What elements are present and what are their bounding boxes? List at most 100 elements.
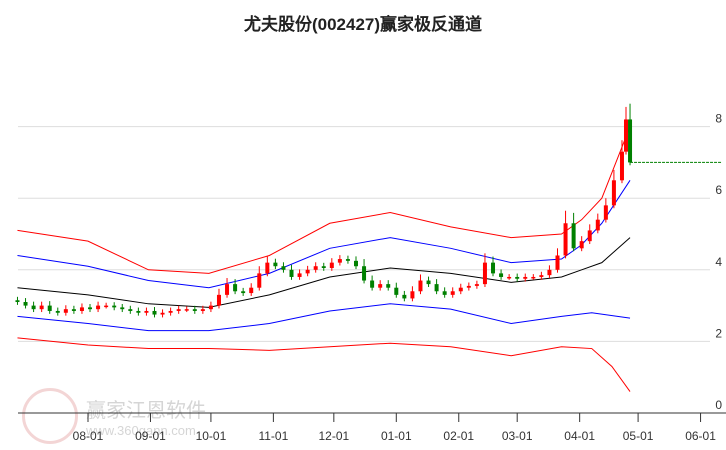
candle-body bbox=[281, 266, 286, 270]
candle-body bbox=[321, 266, 326, 269]
candle-body bbox=[362, 266, 367, 281]
candle-body bbox=[624, 119, 629, 152]
band-line-lower-red bbox=[17, 337, 631, 392]
x-tick-label: 06-01 bbox=[685, 429, 716, 443]
candle-body bbox=[241, 291, 246, 294]
candle-body bbox=[88, 307, 93, 310]
candle-body bbox=[353, 260, 358, 267]
candle-body bbox=[523, 276, 528, 279]
plot-area: 0 2 4 6 8 08-01 09-01 10-01 11-01 12-01 01-01 02-01… bbox=[15, 103, 726, 443]
x-tick-label: 10-01 bbox=[196, 429, 227, 443]
candle-body bbox=[160, 312, 165, 315]
x-tick-label: 03-01 bbox=[502, 429, 533, 443]
candle-body bbox=[128, 309, 133, 311]
candle-body bbox=[192, 309, 197, 311]
candle-body bbox=[571, 223, 576, 249]
band-line-lower-blue bbox=[17, 303, 631, 332]
x-tick-label: 02-01 bbox=[443, 429, 474, 443]
candle-body bbox=[55, 310, 60, 313]
candle-body bbox=[603, 205, 608, 220]
candle-body bbox=[15, 300, 20, 303]
x-tick-label: 05-01 bbox=[623, 429, 654, 443]
y-tick-label: 0 bbox=[715, 398, 722, 412]
candle-body bbox=[47, 305, 52, 311]
y-tick-label: 8 bbox=[715, 112, 722, 126]
candle-body bbox=[225, 284, 230, 295]
candle-body bbox=[313, 266, 318, 270]
candle-body bbox=[23, 302, 28, 306]
x-tick-label: 12-01 bbox=[318, 429, 349, 443]
candle-body bbox=[499, 273, 504, 277]
candle-body bbox=[531, 276, 536, 279]
candle-body bbox=[595, 219, 600, 231]
candle-body bbox=[120, 307, 125, 310]
candle-body bbox=[289, 269, 294, 277]
candle-body bbox=[200, 309, 205, 311]
candle-body bbox=[611, 180, 616, 206]
candle-body bbox=[402, 294, 407, 299]
candle-body bbox=[515, 276, 520, 279]
x-tick-label: 09-01 bbox=[135, 429, 166, 443]
candle-body bbox=[628, 119, 633, 163]
candle-body bbox=[208, 305, 213, 310]
candle-body bbox=[619, 151, 624, 181]
candle-body bbox=[345, 259, 350, 261]
candle-body bbox=[418, 280, 423, 292]
x-tick-label: 01-01 bbox=[381, 429, 412, 443]
candle-body bbox=[249, 287, 254, 294]
candle-body bbox=[273, 262, 278, 267]
candle-body bbox=[305, 269, 310, 274]
candle-body bbox=[474, 284, 479, 286]
candle-body bbox=[386, 284, 391, 288]
candle-body bbox=[539, 275, 544, 277]
candle-body bbox=[378, 284, 383, 288]
candle-body bbox=[458, 287, 463, 292]
candle-body bbox=[176, 309, 181, 311]
candle-body bbox=[507, 276, 512, 279]
candle-body bbox=[587, 230, 592, 242]
candle-body bbox=[555, 255, 560, 270]
candle-body bbox=[168, 310, 173, 313]
candle-body bbox=[410, 291, 415, 299]
candle-body bbox=[442, 291, 447, 295]
candle-body bbox=[434, 284, 439, 292]
candle-body bbox=[426, 280, 431, 285]
candle-body bbox=[152, 310, 157, 315]
candle-body bbox=[233, 284, 238, 292]
x-tick-label: 08-01 bbox=[73, 429, 104, 443]
y-tick-label: 2 bbox=[715, 326, 722, 340]
candle-body bbox=[563, 223, 568, 256]
candle-body bbox=[96, 305, 101, 310]
candle-body bbox=[394, 287, 399, 295]
candle-body bbox=[136, 310, 141, 313]
x-tick-label: 04-01 bbox=[564, 429, 595, 443]
candle-body bbox=[450, 291, 455, 295]
candle-body bbox=[112, 305, 117, 308]
candle-body bbox=[39, 305, 44, 310]
candle-body bbox=[579, 241, 584, 249]
candle-body bbox=[71, 309, 76, 311]
candle-body bbox=[31, 305, 36, 310]
candle-body bbox=[257, 273, 262, 288]
candle-body bbox=[466, 285, 471, 288]
candle-body bbox=[79, 307, 84, 311]
candle-body bbox=[104, 305, 109, 308]
y-tick-label: 4 bbox=[715, 255, 722, 269]
chart: 尤夫股份(002427)赢家极反通道 赢家江恩软件 www.360gann.com… bbox=[0, 0, 726, 450]
y-tick-label: 6 bbox=[715, 183, 722, 197]
candle-body bbox=[547, 269, 552, 276]
candle-body bbox=[491, 262, 496, 274]
candle-body bbox=[482, 262, 487, 285]
candle-body bbox=[370, 280, 375, 288]
candle-body bbox=[297, 273, 302, 277]
candle-body bbox=[329, 262, 334, 269]
candle-body bbox=[265, 262, 270, 274]
candle-body bbox=[216, 294, 221, 306]
band-line-middle-black bbox=[17, 237, 631, 308]
x-tick-label: 11-01 bbox=[258, 429, 288, 443]
band-line-upper-blue bbox=[17, 180, 631, 289]
candle-body bbox=[184, 309, 189, 311]
candle-body bbox=[337, 259, 342, 263]
candle-body bbox=[144, 310, 149, 313]
candle-body bbox=[63, 309, 68, 313]
